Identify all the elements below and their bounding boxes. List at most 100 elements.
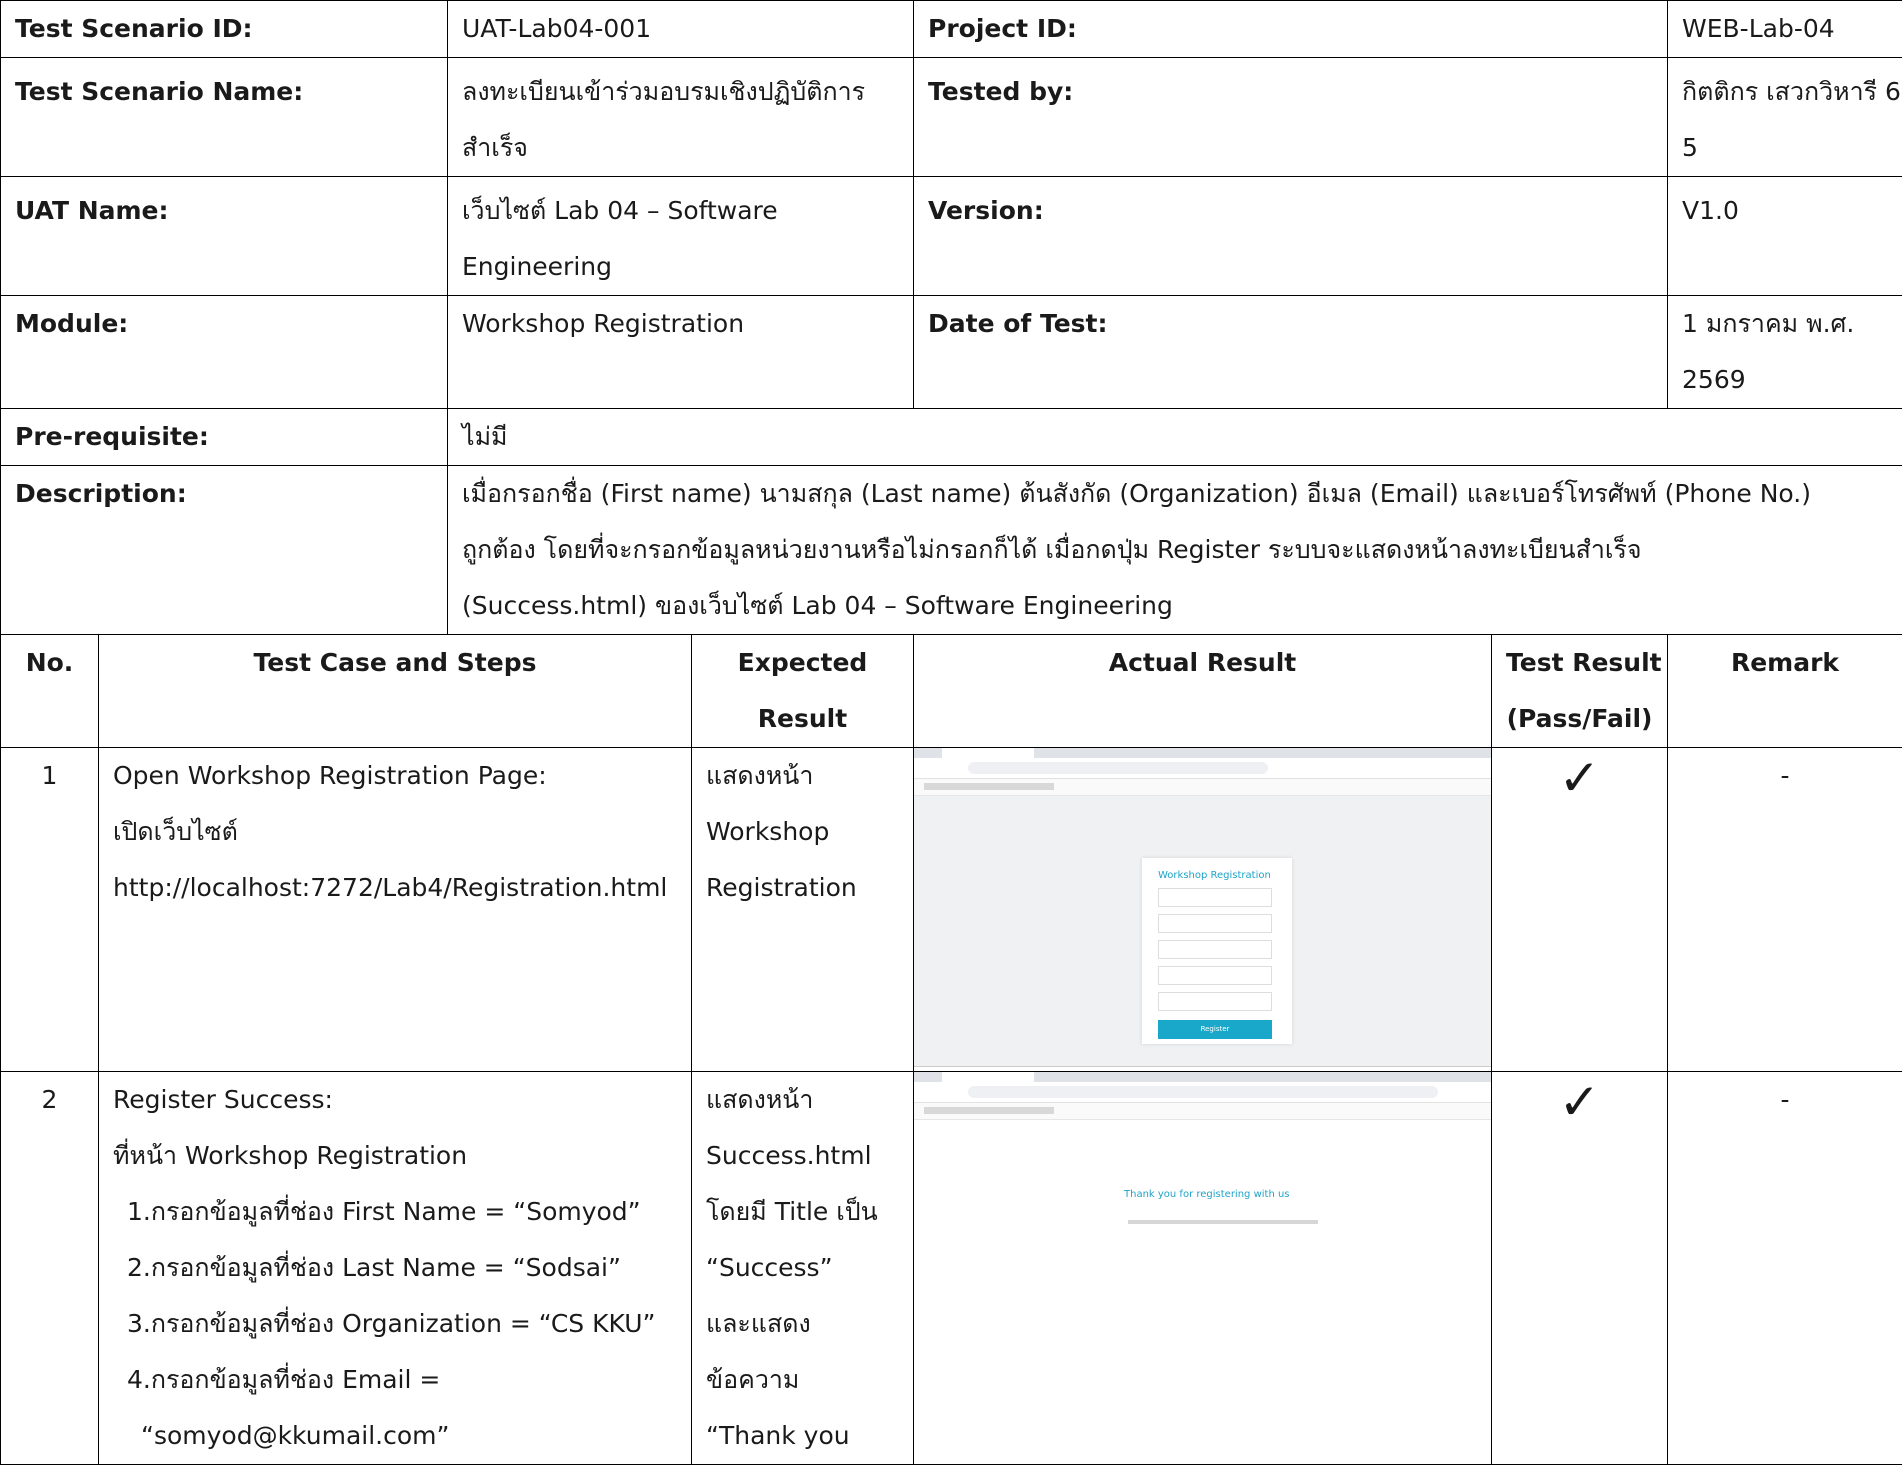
table-row: 1 Open Workshop Registration Page: เปิดเ… [1, 748, 1902, 1072]
step-line: 1.กรอกข้อมูลที่ช่อง First Name = “Somyod… [113, 1184, 677, 1240]
uat-name-line: Engineering [462, 239, 899, 295]
tested-by-line: 5 [1682, 120, 1888, 176]
expected-line: Success.html [706, 1128, 899, 1184]
uat-name-label: UAT Name: [1, 177, 448, 296]
row-actual-result: Workshop Registration Register [914, 748, 1492, 1072]
browser-tab-bar [914, 1072, 1491, 1083]
row-test-result: ✓ [1492, 748, 1668, 1072]
uat-test-document: Test Scenario ID: UAT-Lab04-001 Project … [0, 0, 1902, 1372]
expected-line: Workshop [706, 804, 899, 860]
step-line: เปิดเว็บไซต์ [113, 804, 677, 860]
browser-page: Thank you for registering with us [914, 1120, 1491, 1280]
date-of-test-value: 1 มกราคม พ.ศ. 2569 [1668, 296, 1902, 409]
row-test-result: ✓ [1492, 1072, 1668, 1465]
tested-by-line: กิตติกร เสวกวิหารี 663380587- [1682, 64, 1888, 120]
col-header-expected-line: Expected [706, 635, 899, 691]
description-value: เมื่อกรอกชื่อ (First name) นามสกุล (Last… [448, 466, 1902, 635]
module-label: Module: [1, 296, 448, 409]
col-header-result-line: Test Result [1506, 635, 1653, 691]
browser-tab [942, 748, 1034, 759]
col-header-expected: Expected Result [692, 635, 914, 748]
prerequisite-label: Pre-requisite: [1, 409, 448, 466]
date-of-test-label: Date of Test: [914, 296, 1668, 409]
success-subtext [1128, 1220, 1318, 1224]
row-number: 2 [1, 1072, 99, 1465]
col-header-remark: Remark [1668, 635, 1902, 748]
col-header-expected-line: Result [706, 691, 899, 747]
checkmark-icon: ✓ [1506, 748, 1653, 806]
test-scenario-id-label: Test Scenario ID: [1, 1, 448, 58]
tested-by-label: Tested by: [914, 58, 1668, 177]
col-header-result: Test Result (Pass/Fail) [1492, 635, 1668, 748]
description-line: (Success.html) ของเว็บไซต์ Lab 04 – Soft… [462, 578, 1888, 634]
col-header-result-line: (Pass/Fail) [1506, 691, 1653, 747]
step-line: ที่หน้า Workshop Registration [113, 1128, 677, 1184]
form-input [1158, 940, 1272, 959]
form-input [1158, 888, 1272, 907]
row-steps: Open Workshop Registration Page: เปิดเว็… [99, 748, 692, 1072]
form-input [1158, 992, 1272, 1011]
form-input [1158, 914, 1272, 933]
expected-line: และแสดง [706, 1296, 899, 1352]
test-scenario-name-line: สำเร็จ [462, 120, 899, 176]
register-button: Register [1158, 1020, 1272, 1039]
uat-name-line: เว็บไซต์ Lab 04 – Software [462, 183, 899, 239]
version-label: Version: [914, 177, 1668, 296]
row-number: 1 [1, 748, 99, 1072]
project-id-value: WEB-Lab-04 [1668, 1, 1902, 58]
form-input [1158, 966, 1272, 985]
browser-tab [942, 1072, 1034, 1083]
expected-line: ข้อความ [706, 1352, 899, 1408]
step-line: 2.กรอกข้อมูลที่ช่อง Last Name = “Sodsai” [113, 1240, 677, 1296]
expected-line: โดยมี Title เป็น [706, 1184, 899, 1240]
version-value: V1.0 [1668, 177, 1902, 296]
step-line: “somyod@kkumail.com” [113, 1408, 677, 1464]
step-line: 3.กรอกข้อมูลที่ช่อง Organization = “CS K… [113, 1296, 677, 1352]
expected-line: “Success” [706, 1240, 899, 1296]
step-line: Open Workshop Registration Page: [113, 748, 677, 804]
thank-you-heading: Thank you for registering with us [1124, 1189, 1290, 1201]
test-scenario-name-value: ลงทะเบียนเข้าร่วมอบรมเชิงปฏิบัติการ สำเร… [448, 58, 914, 177]
description-label: Description: [1, 466, 448, 635]
uat-name-value: เว็บไซต์ Lab 04 – Software Engineering [448, 177, 914, 296]
step-line: 4.กรอกข้อมูลที่ช่อง Email = [113, 1352, 677, 1408]
checkmark-icon: ✓ [1506, 1072, 1653, 1130]
row-steps: Register Success: ที่หน้า Workshop Regis… [99, 1072, 692, 1465]
test-scenario-id-value: UAT-Lab04-001 [448, 1, 914, 58]
description-line: เมื่อกรอกชื่อ (First name) นามสกุล (Last… [462, 466, 1888, 522]
step-line: http://localhost:7272/Lab4/Registration.… [113, 860, 677, 916]
browser-page: Workshop Registration Register [914, 796, 1491, 1066]
remark-value: - [1682, 748, 1888, 804]
row-expected: แสดงหน้า Success.html โดยมี Title เป็น “… [692, 1072, 914, 1465]
table-row: 2 Register Success: ที่หน้า Workshop Reg… [1, 1072, 1902, 1465]
expected-line: แสดงหน้า [706, 1072, 899, 1128]
module-value: Workshop Registration [448, 296, 914, 409]
registration-page-screenshot: Workshop Registration Register [914, 748, 1491, 1068]
test-scenario-name-line: ลงทะเบียนเข้าร่วมอบรมเชิงปฏิบัติการ [462, 64, 899, 120]
browser-url-field [968, 762, 1268, 774]
browser-tab-bar [914, 748, 1491, 759]
col-header-steps: Test Case and Steps [99, 635, 692, 748]
row-expected: แสดงหน้า Workshop Registration [692, 748, 914, 1072]
uat-test-table: Test Scenario ID: UAT-Lab04-001 Project … [0, 0, 1902, 1465]
row-actual-result: Thank you for registering with us [914, 1072, 1492, 1465]
browser-url-field [968, 1086, 1438, 1098]
registration-form-title: Workshop Registration [1158, 870, 1271, 882]
expected-line: Registration [706, 860, 899, 916]
tested-by-value: กิตติกร เสวกวิหารี 663380587- 5 [1668, 58, 1902, 177]
row-remark: - [1668, 1072, 1902, 1465]
expected-line: “Thank you [706, 1408, 899, 1464]
success-page-screenshot: Thank you for registering with us [914, 1072, 1491, 1149]
prerequisite-value: ไม่มี [448, 409, 1902, 466]
registration-form: Workshop Registration Register [1142, 858, 1292, 1044]
bookmark-item [924, 783, 1054, 790]
step-line: Register Success: [113, 1072, 677, 1128]
expected-line: แสดงหน้า [706, 748, 899, 804]
col-header-no: No. [1, 635, 99, 748]
col-header-actual: Actual Result [914, 635, 1492, 748]
project-id-label: Project ID: [914, 1, 1668, 58]
bookmark-item [924, 1107, 1054, 1114]
test-scenario-name-label: Test Scenario Name: [1, 58, 448, 177]
row-remark: - [1668, 748, 1902, 1072]
description-line: ถูกต้อง โดยที่จะกรอกข้อมูลหน่วยงานหรือไม… [462, 522, 1888, 578]
